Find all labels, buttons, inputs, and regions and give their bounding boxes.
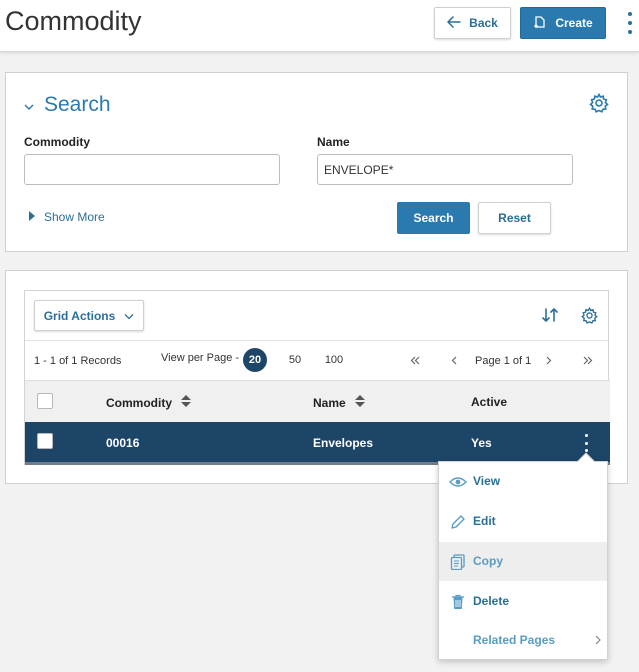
column-header-commodity[interactable]: Commodity	[106, 395, 191, 410]
more-options-icon[interactable]	[622, 10, 638, 36]
commodity-field-label: Commodity	[24, 135, 90, 149]
back-button-label: Back	[469, 16, 498, 30]
sort-icon	[354, 395, 365, 410]
column-header-name[interactable]: Name	[313, 395, 365, 410]
page-size-option-50[interactable]: 50	[283, 348, 307, 372]
chevron-right-icon	[595, 634, 601, 648]
first-page-icon[interactable]	[407, 351, 423, 369]
reset-button[interactable]: Reset	[478, 202, 551, 234]
menu-item-copy[interactable]: Copy	[439, 542, 607, 581]
back-button[interactable]: Back	[434, 7, 511, 39]
arrow-left-icon	[447, 15, 461, 31]
column-header-active[interactable]: Active	[471, 395, 507, 409]
add-document-icon	[533, 15, 547, 32]
grid-actions-dropdown[interactable]: Grid Actions	[34, 300, 144, 331]
show-more-toggle[interactable]: Show More	[29, 210, 105, 224]
grid-header-row: Commodity Name Active	[25, 380, 610, 422]
eye-icon	[449, 473, 467, 491]
search-button[interactable]: Search	[397, 202, 470, 234]
pencil-icon	[449, 513, 467, 531]
page-size-option-100[interactable]: 100	[322, 348, 346, 372]
row-actions-icon[interactable]	[581, 434, 591, 452]
menu-item-view[interactable]: View	[439, 462, 607, 501]
caret-right-icon	[29, 210, 35, 224]
name-input[interactable]	[317, 154, 573, 185]
sort-arrows-icon[interactable]	[542, 308, 558, 327]
menu-item-edit[interactable]: Edit	[439, 502, 607, 541]
record-count: 1 - 1 of 1 Records	[34, 355, 122, 367]
sort-icon	[181, 395, 191, 410]
row-context-menu: View Edit Copy Delete Related Pages	[438, 452, 608, 660]
results-panel: Grid Actions 1 - 1 of 1 Records View per…	[5, 270, 628, 484]
table-row[interactable]: 00016 Envelopes Yes	[25, 422, 610, 465]
last-page-icon[interactable]	[580, 351, 596, 369]
view-per-page-label: View per Page -	[161, 352, 240, 364]
page-title: Commodity	[5, 6, 142, 36]
show-more-label: Show More	[44, 210, 105, 224]
commodity-input[interactable]	[24, 154, 280, 185]
grid-actions-label: Grid Actions	[43, 308, 116, 323]
search-section-toggle[interactable]: Search	[24, 93, 111, 117]
cell-name: Envelopes	[313, 436, 374, 450]
grid-settings-gear-icon[interactable]	[581, 306, 598, 329]
previous-page-icon[interactable]	[446, 351, 462, 369]
copy-icon	[449, 553, 467, 571]
search-panel: Search Commodity Name Show More Search R…	[5, 72, 628, 252]
row-checkbox[interactable]	[37, 433, 53, 449]
create-button-label: Create	[555, 16, 593, 30]
cell-commodity: 00016	[106, 436, 140, 450]
next-page-icon[interactable]	[541, 351, 557, 369]
create-button[interactable]: Create	[520, 7, 606, 39]
page-header: Commodity Back Create	[0, 0, 639, 52]
menu-item-delete[interactable]: Delete	[439, 582, 607, 621]
pagination-bar: 1 - 1 of 1 Records View per Page - 20 50…	[25, 340, 610, 380]
select-all-checkbox[interactable]	[37, 393, 53, 409]
menu-item-related-pages[interactable]: Related Pages	[439, 621, 607, 660]
page-indicator: Page 1 of 1	[475, 355, 532, 367]
chevron-down-icon	[124, 309, 134, 323]
page-size-option-20[interactable]: 20	[243, 348, 267, 372]
search-settings-gear-icon[interactable]	[589, 92, 609, 118]
trash-icon	[449, 593, 467, 611]
name-field-label: Name	[317, 135, 350, 149]
chevron-down-icon	[24, 93, 34, 117]
search-section-title: Search	[44, 93, 111, 116]
cell-active: Yes	[471, 436, 492, 450]
results-grid: Grid Actions 1 - 1 of 1 Records View per…	[24, 290, 610, 465]
